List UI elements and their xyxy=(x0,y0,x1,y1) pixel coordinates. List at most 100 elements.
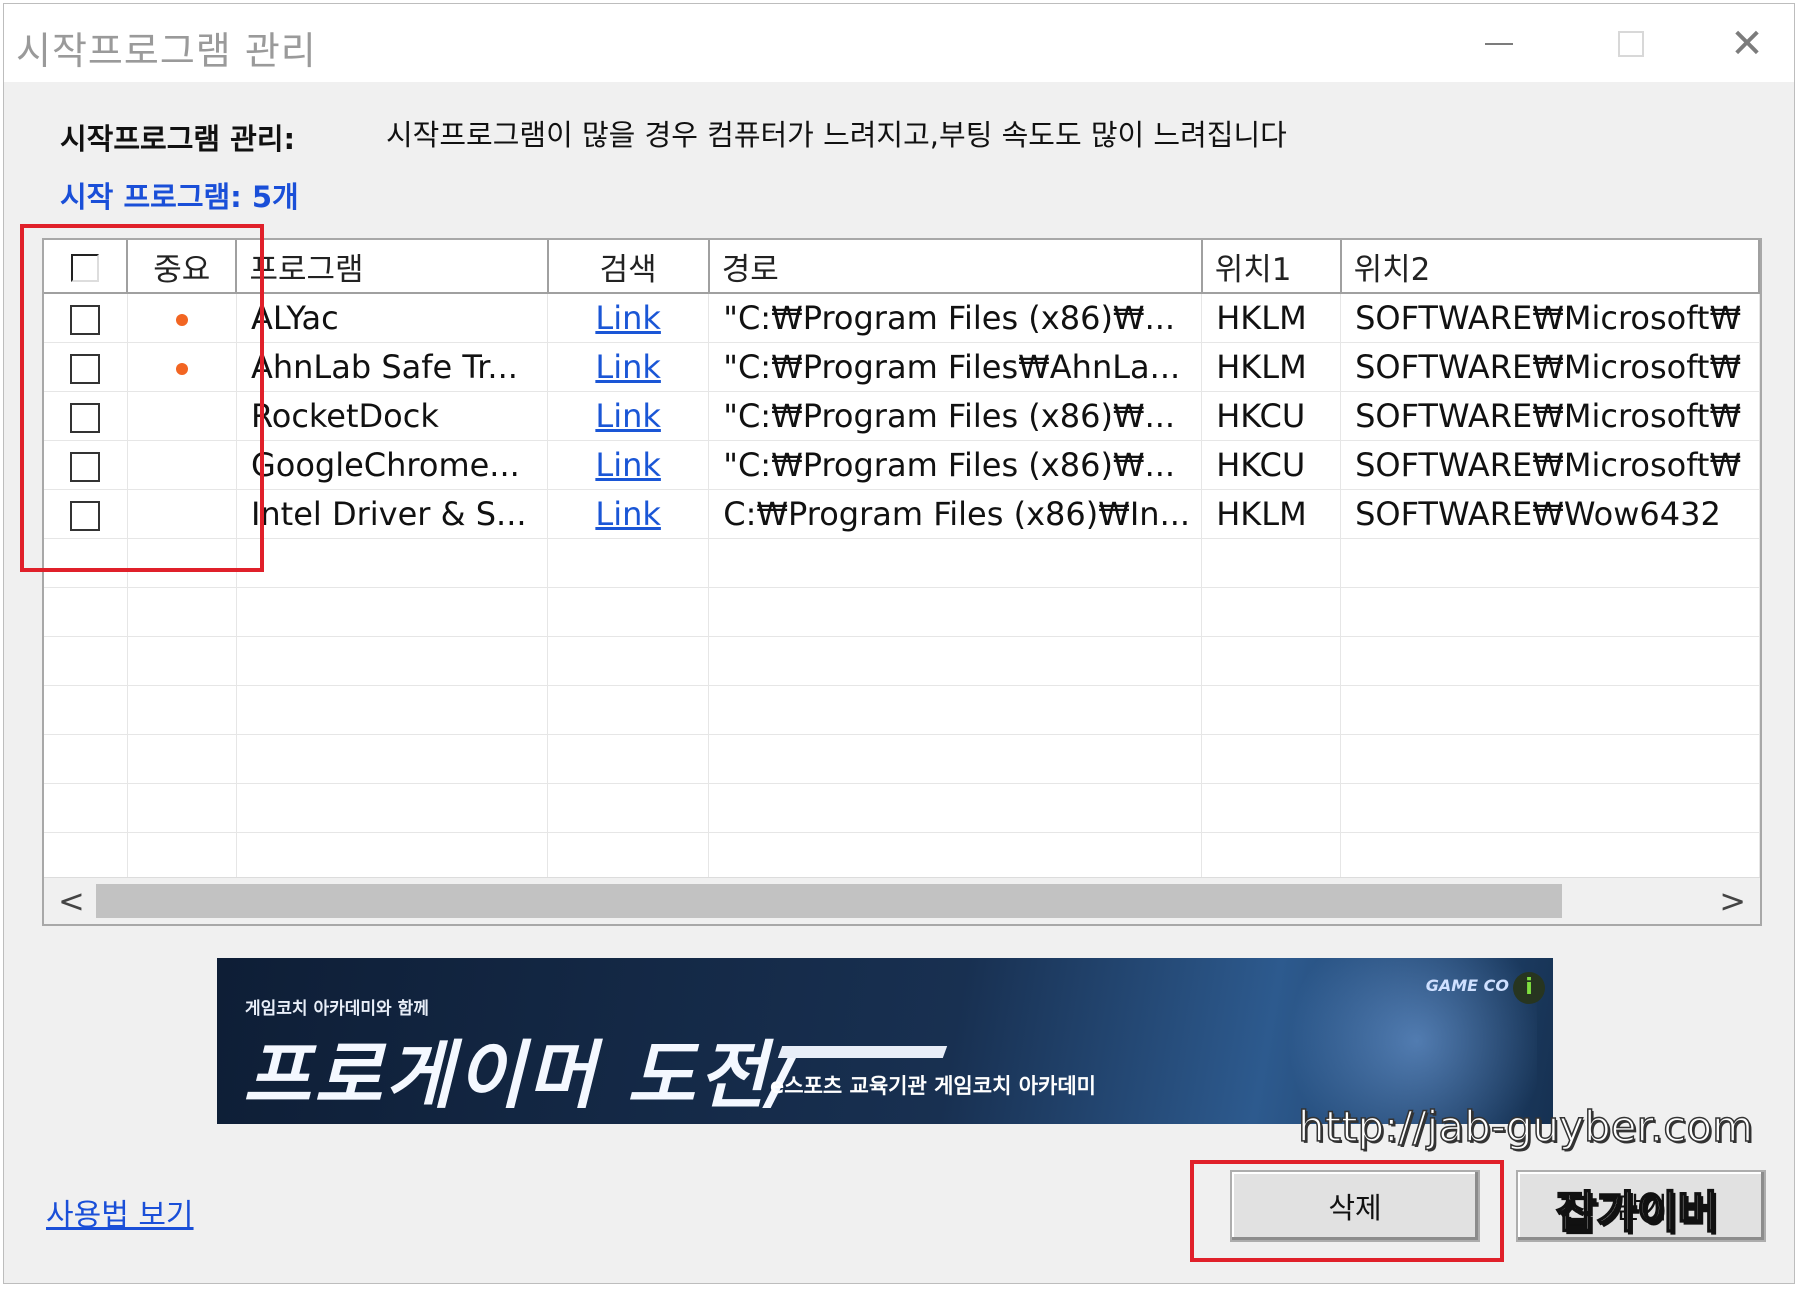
important-cell xyxy=(127,636,237,686)
table-row[interactable]: ALYac Link "C:₩Program Files (x86)₩... HKLM… xyxy=(44,293,1760,343)
program-cell xyxy=(236,538,549,588)
search-link[interactable]: Link xyxy=(595,397,661,435)
header-label: 시작프로그램 관리: xyxy=(60,122,296,156)
search-link-cell xyxy=(547,587,710,637)
table-row[interactable] xyxy=(44,636,1760,686)
location2-cell xyxy=(1340,685,1760,735)
location2-cell: SOFTWARE₩Microsoft₩ xyxy=(1340,391,1760,441)
table-row[interactable] xyxy=(44,538,1760,588)
location1-cell xyxy=(1201,734,1342,784)
important-cell xyxy=(127,734,237,784)
search-link-cell: Link xyxy=(547,391,710,441)
maximize-button[interactable] xyxy=(1594,18,1668,70)
program-cell xyxy=(236,734,549,784)
row-checkbox-cell xyxy=(44,734,128,784)
column-header-path[interactable]: 경로 xyxy=(708,240,1203,294)
location1-cell: HKLM xyxy=(1201,293,1342,343)
row-checkbox-cell xyxy=(44,636,128,686)
program-cell: GoogleChrome... xyxy=(236,440,549,490)
location2-cell: SOFTWARE₩Microsoft₩ xyxy=(1340,440,1760,490)
path-cell xyxy=(708,538,1203,588)
search-link-cell: Link xyxy=(547,342,710,392)
location2-cell xyxy=(1340,587,1760,637)
location2-cell xyxy=(1340,734,1760,784)
close-window-button[interactable]: ✕ xyxy=(1710,18,1784,70)
location1-cell xyxy=(1201,636,1342,686)
info-icon[interactable]: i xyxy=(1513,972,1545,1004)
important-cell xyxy=(127,685,237,735)
search-link-cell xyxy=(547,832,710,882)
path-cell: C:₩Program Files (x86)₩In... xyxy=(708,489,1203,539)
location1-cell: HKCU xyxy=(1201,440,1342,490)
banner-ribbon xyxy=(777,1046,948,1058)
path-cell: "C:₩Program Files (x86)₩... xyxy=(708,440,1203,490)
close-icon: ✕ xyxy=(1730,21,1764,67)
location1-cell xyxy=(1201,832,1342,882)
search-link[interactable]: Link xyxy=(595,348,661,386)
ad-banner[interactable]: 게임코치 아카데미와 함께 프로게이머 도전/ e스포츠 교육기관 게임코치 아… xyxy=(217,958,1553,1124)
search-link[interactable]: Link xyxy=(595,495,661,533)
location1-cell: HKLM xyxy=(1201,342,1342,392)
path-cell: "C:₩Program Files (x86)₩... xyxy=(708,391,1203,441)
horizontal-scrollbar[interactable]: < > xyxy=(44,877,1760,924)
table-row[interactable] xyxy=(44,832,1760,882)
column-header-location1[interactable]: 위치1 xyxy=(1201,240,1342,294)
location2-cell: SOFTWARE₩Microsoft₩ xyxy=(1340,342,1760,392)
maximize-icon xyxy=(1618,31,1644,57)
program-cell: RocketDock xyxy=(236,391,549,441)
column-header-program[interactable]: 프로그램 xyxy=(236,240,549,294)
path-cell: "C:₩Program Files₩AhnLa... xyxy=(708,342,1203,392)
table-row[interactable]: GoogleChrome... Link "C:₩Program Files (x8… xyxy=(44,440,1760,490)
path-cell xyxy=(708,636,1203,686)
watermark-signature: 잡가이버 xyxy=(1555,1186,1719,1239)
minimize-icon xyxy=(1485,43,1513,45)
search-link[interactable]: Link xyxy=(595,446,661,484)
window-title: 시작프로그램 관리 xyxy=(16,29,317,73)
path-cell xyxy=(708,587,1203,637)
table-row[interactable] xyxy=(44,734,1760,784)
table-header-row: 중요 프로그램 검색 경로 위치1 위치2 xyxy=(44,240,1760,294)
row-checkbox-cell xyxy=(44,685,128,735)
table-row[interactable] xyxy=(44,783,1760,833)
row-checkbox-cell xyxy=(44,783,128,833)
important-cell xyxy=(127,832,237,882)
program-cell xyxy=(236,783,549,833)
program-cell xyxy=(236,685,549,735)
table-row[interactable] xyxy=(44,685,1760,735)
path-cell xyxy=(708,783,1203,833)
location1-cell xyxy=(1201,783,1342,833)
column-header-search[interactable]: 검색 xyxy=(547,240,710,294)
search-link-cell xyxy=(547,685,710,735)
search-link[interactable]: Link xyxy=(595,299,661,337)
row-checkbox-cell xyxy=(44,587,128,637)
program-cell xyxy=(236,587,549,637)
search-link-cell xyxy=(547,538,710,588)
location1-cell xyxy=(1201,587,1342,637)
location1-cell xyxy=(1201,685,1342,735)
search-link-cell: Link xyxy=(547,293,710,343)
scroll-right-arrow-icon[interactable]: > xyxy=(1719,882,1746,920)
location1-cell: HKLM xyxy=(1201,489,1342,539)
header-description: 시작프로그램이 많을 경우 컴퓨터가 느려지고,부팅 속도도 많이 느려집니다 xyxy=(386,118,1287,152)
startup-count: 시작 프로그램: 5개 xyxy=(60,180,299,214)
table-body: ALYac Link "C:₩Program Files (x86)₩... HKLM… xyxy=(44,293,1760,882)
program-cell xyxy=(236,832,549,882)
scrollbar-thumb[interactable] xyxy=(96,884,1562,918)
highlight-box-delete xyxy=(1190,1160,1504,1262)
column-header-location2[interactable]: 위치2 xyxy=(1340,240,1760,294)
location2-cell: SOFTWARE₩Wow6432 xyxy=(1340,489,1760,539)
table-row[interactable]: AhnLab Safe Tr... Link "C:₩Program Files₩A… xyxy=(44,342,1760,392)
help-link[interactable]: 사용법 보기 xyxy=(46,1190,194,1234)
location1-cell xyxy=(1201,538,1342,588)
important-cell xyxy=(127,783,237,833)
minimize-button[interactable] xyxy=(1462,18,1536,70)
location2-cell: SOFTWARE₩Microsoft₩ xyxy=(1340,293,1760,343)
location2-cell xyxy=(1340,783,1760,833)
startup-manager-window: 시작프로그램 관리 ✕ 시작프로그램 관리: 시작프로그램이 많을 경우 컴퓨터… xyxy=(3,3,1795,1284)
scroll-left-arrow-icon[interactable]: < xyxy=(58,882,85,920)
table-row[interactable] xyxy=(44,587,1760,637)
search-link-cell xyxy=(547,636,710,686)
table-row[interactable]: Intel Driver & S... Link C:₩Program Files … xyxy=(44,489,1760,539)
table-row[interactable]: RocketDock Link "C:₩Program Files (x86)₩..… xyxy=(44,391,1760,441)
program-cell: Intel Driver & S... xyxy=(236,489,549,539)
